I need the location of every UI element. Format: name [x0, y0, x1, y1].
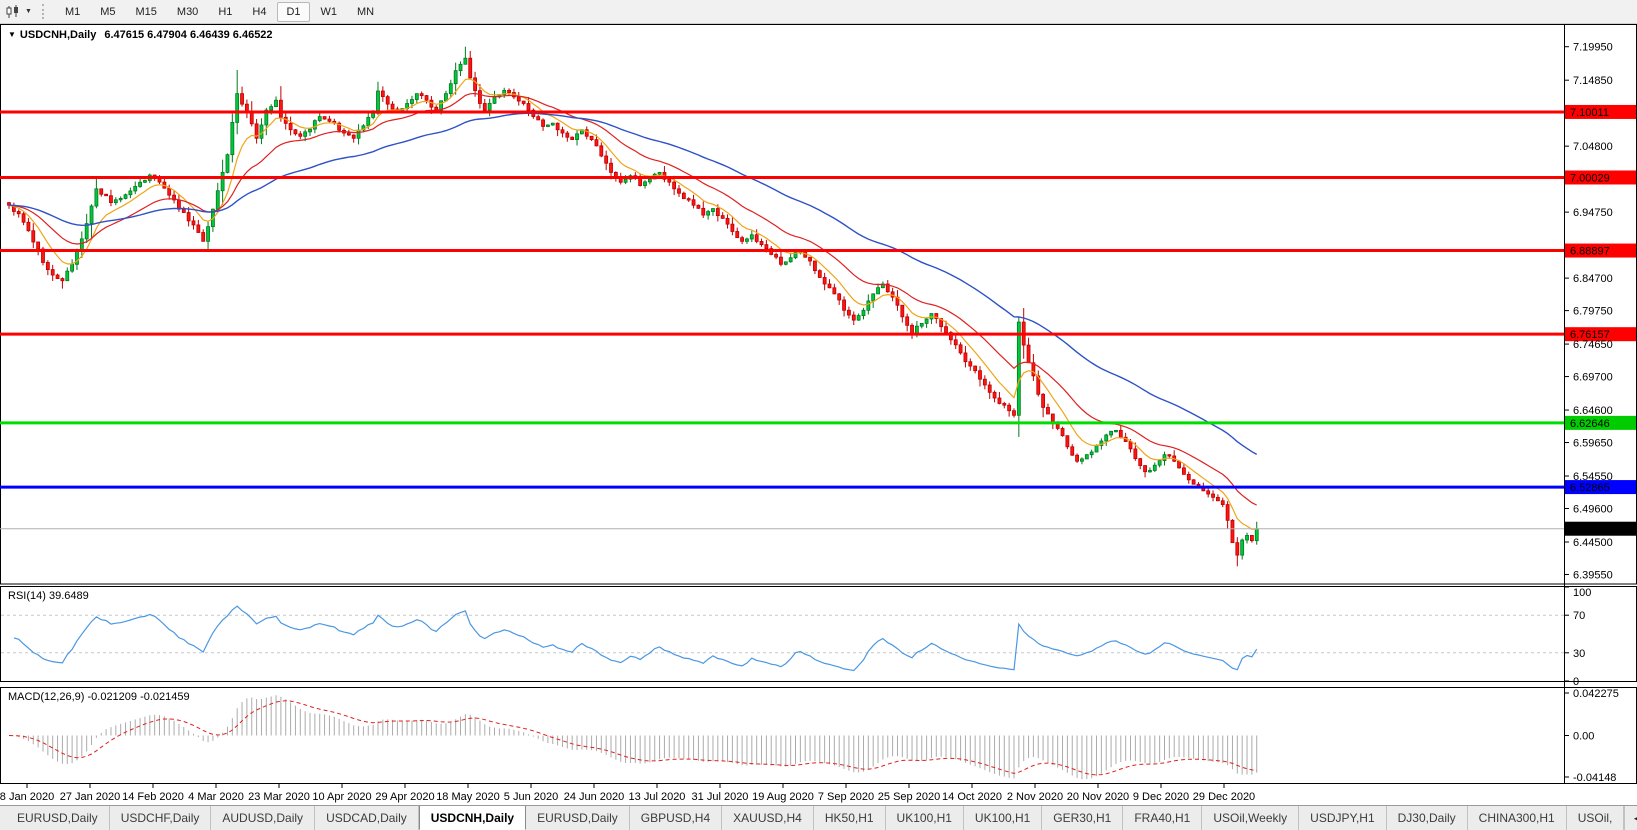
- timeframe-button-w1[interactable]: W1: [312, 2, 347, 22]
- timeframe-button-m30[interactable]: M30: [168, 2, 207, 22]
- chart-tab-usdjpy-h1[interactable]: USDJPY,H1: [1299, 806, 1386, 830]
- timeframe-button-m1[interactable]: M1: [56, 2, 89, 22]
- timeframe-button-m15[interactable]: M15: [127, 2, 166, 22]
- timeframe-button-h1[interactable]: H1: [209, 2, 241, 22]
- chart-window: 7.100117.000296.888976.761576.626466.528…: [0, 24, 1637, 805]
- toolbar-grip: [42, 4, 47, 19]
- chart-tab-usoil-[interactable]: USOil,: [1567, 806, 1625, 830]
- timeframe-row: M1M5M15M30H1H4D1W1MN: [55, 2, 384, 22]
- timeframe-button-h4[interactable]: H4: [243, 2, 275, 22]
- chart-tab-eurusd-daily[interactable]: EURUSD,Daily: [6, 806, 110, 830]
- tab-scroll-left-icon[interactable]: ◄: [1632, 814, 1637, 823]
- chart-tab-xauusd-h4[interactable]: XAUUSD,H4: [722, 806, 814, 830]
- chart-tab-gbpusd-h4[interactable]: GBPUSD,H4: [630, 806, 722, 830]
- chart-tab-usdcnh-daily[interactable]: USDCNH,Daily: [419, 805, 526, 830]
- chart-tabs-bar: EURUSD,DailyUSDCHF,DailyAUDUSD,DailyUSDC…: [0, 805, 1637, 830]
- chart-type-button[interactable]: ▼: [0, 3, 36, 21]
- chart-canvas[interactable]: 7.100117.000296.888976.761576.626466.528…: [0, 24, 1637, 805]
- chart-tab-ger30-h1[interactable]: GER30,H1: [1042, 806, 1123, 830]
- chart-tab-eurusd-daily[interactable]: EURUSD,Daily: [526, 806, 630, 830]
- timeframe-button-mn[interactable]: MN: [348, 2, 383, 22]
- candlestick-chart-icon: [6, 5, 22, 19]
- chart-tab-fra40-h1[interactable]: FRA40,H1: [1123, 806, 1202, 830]
- chart-tab-hk50-h1[interactable]: HK50,H1: [814, 806, 886, 830]
- tab-scroll-buttons: ◄ ►: [1624, 806, 1637, 830]
- chart-tab-uk100-h1[interactable]: UK100,H1: [886, 806, 964, 830]
- time-axis[interactable]: [0, 783, 1565, 805]
- chart-tab-usdchf-daily[interactable]: USDCHF,Daily: [110, 806, 212, 830]
- chart-tab-china300-h1[interactable]: CHINA300,H1: [1468, 806, 1567, 830]
- tab-strip: EURUSD,DailyUSDCHF,DailyAUDUSD,DailyUSDC…: [6, 806, 1624, 830]
- chart-tab-dj30-daily[interactable]: DJ30,Daily: [1387, 806, 1468, 830]
- price-axis[interactable]: [1565, 24, 1637, 783]
- chart-tab-usdcad-daily[interactable]: USDCAD,Daily: [315, 806, 419, 830]
- chart-tab-uk100-h1[interactable]: UK100,H1: [964, 806, 1042, 830]
- chart-tab-audusd-daily[interactable]: AUDUSD,Daily: [211, 806, 315, 830]
- chart-tab-usoil-weekly[interactable]: USOil,Weekly: [1202, 806, 1299, 830]
- top-toolbar: ▼ M1M5M15M30H1H4D1W1MN: [0, 0, 1637, 24]
- timeframe-button-m5[interactable]: M5: [91, 2, 124, 22]
- timeframe-button-d1[interactable]: D1: [277, 2, 309, 22]
- chevron-down-icon: ▼: [25, 8, 32, 15]
